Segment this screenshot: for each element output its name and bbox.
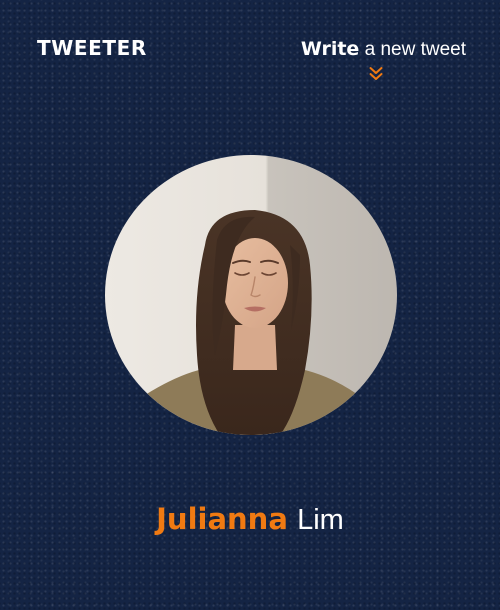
profile-name: Julianna Lim bbox=[0, 499, 500, 540]
first-name: Julianna bbox=[156, 502, 288, 536]
avatar bbox=[105, 155, 397, 435]
profile-photo bbox=[105, 155, 397, 435]
last-name: Lim bbox=[297, 504, 344, 536]
profile-section: Julianna Lim bbox=[0, 0, 500, 610]
